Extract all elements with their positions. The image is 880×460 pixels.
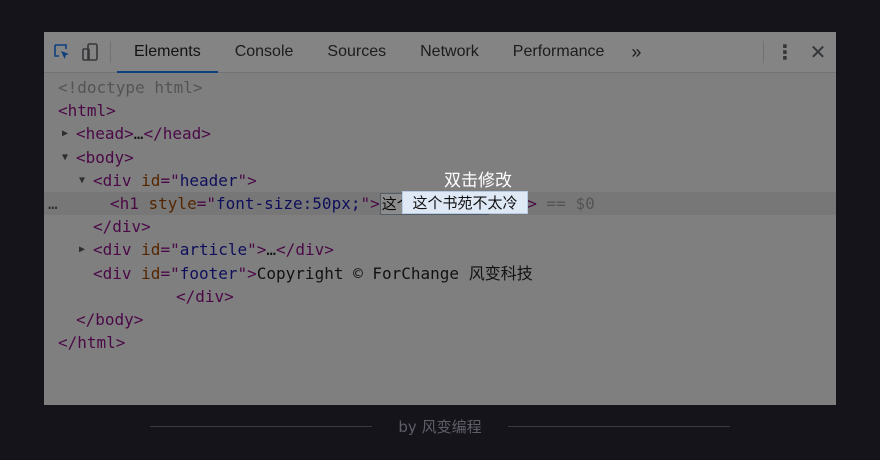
div-tag: <div [93,240,142,260]
attr-value: font-size:50px; [215,193,361,213]
attr-name: id [141,263,161,283]
attr-name: id [141,170,161,190]
div-tag: <div [93,170,142,190]
tree-line-body[interactable]: ▼ <body> [44,146,836,169]
attr-eq: =" [160,240,180,260]
tab-network[interactable]: Network [403,32,496,72]
tree-line-body-close[interactable]: </body> [44,308,836,331]
customize-menu-icon[interactable]: ⋮ [770,32,800,72]
caption-bar: by 风变编程 [0,412,880,440]
panel-tabs: Elements Console Sources Network Perform… [117,32,649,73]
close-devtools-icon[interactable]: ✕ [800,32,836,72]
devtools-toolbar: Elements Console Sources Network Perform… [44,32,836,73]
tree-line-html-close[interactable]: </html> [44,331,836,354]
tab-elements[interactable]: Elements [117,32,218,73]
device-toolbar-icon[interactable] [76,32,104,72]
div-close-tag: </div> [276,240,334,260]
article-ellipsis: … [266,240,277,260]
tree-line-head[interactable]: ▶ <head>…</head> [44,122,836,145]
head-open-tag: <head> [76,124,134,144]
attr-eq: =" [160,263,180,283]
devtools-panel: Elements Console Sources Network Perform… [44,32,836,405]
tag-end: "> [237,170,257,190]
attr-name: style [148,193,197,213]
collapse-triangle-icon[interactable]: ▼ [62,146,68,169]
attr-value: footer [179,263,238,283]
attr-value: article [179,240,248,260]
double-click-hint: 双击修改 [444,171,512,191]
body-close-tag: </body> [76,309,144,329]
tab-performance[interactable]: Performance [496,32,622,72]
expand-triangle-icon[interactable]: ▶ [79,238,85,261]
toolbar-divider [110,41,111,63]
more-tabs-button[interactable]: » [621,32,649,72]
tag-end: "> [237,263,257,283]
expand-triangle-icon[interactable]: ▶ [62,122,68,145]
attr-name: id [141,240,161,260]
tag-end: "> [247,240,267,260]
collapse-triangle-icon[interactable]: ▼ [79,169,85,192]
selected-marker: == $0 [536,193,595,213]
tree-line-html[interactable]: <html> [44,99,836,122]
html-close-tag: </html> [58,333,126,353]
doctype-text: <!doctype html> [58,78,203,97]
html-open-tag: <html> [58,101,116,121]
toolbar-divider-right [763,41,764,63]
tab-sources[interactable]: Sources [310,32,403,72]
head-ellipsis: … [133,124,144,144]
attr-eq: =" [196,193,216,213]
tag-end: "> [360,193,380,213]
h1-tag: <h1 [110,193,149,213]
head-close-tag: </head> [143,124,211,144]
div-tag: <div [93,263,142,283]
div-close-tag: </div> [176,286,234,306]
body-open-tag: <body> [76,147,134,167]
tree-line-div-article[interactable]: ▶ <div id="article">…</div> [44,238,836,261]
highlighted-text-field[interactable]: 这个书苑不太冷 [402,191,528,214]
tree-line-div-close[interactable]: </div> [44,215,836,238]
footer-text: Copyright © ForChange 风变科技 [256,263,533,283]
div-close-tag: </div> [93,217,151,237]
attr-value: header [179,170,238,190]
caption-rule-right [507,425,730,427]
tab-console[interactable]: Console [218,32,311,72]
tree-line-div-header[interactable]: ▼ <div id="header"> [44,169,836,192]
tree-line-doctype[interactable]: <!doctype html> [44,76,836,99]
attr-eq: =" [160,170,180,190]
tree-line-div-footer[interactable]: <div id="footer">Copyright © ForChange 风… [44,262,836,285]
row-dots: … [48,193,58,213]
inspect-element-icon[interactable] [48,32,76,72]
caption-rule-left [150,425,373,427]
caption-text: by 风变编程 [398,417,482,436]
tree-line-div-footer-close[interactable]: </div> [44,285,836,308]
